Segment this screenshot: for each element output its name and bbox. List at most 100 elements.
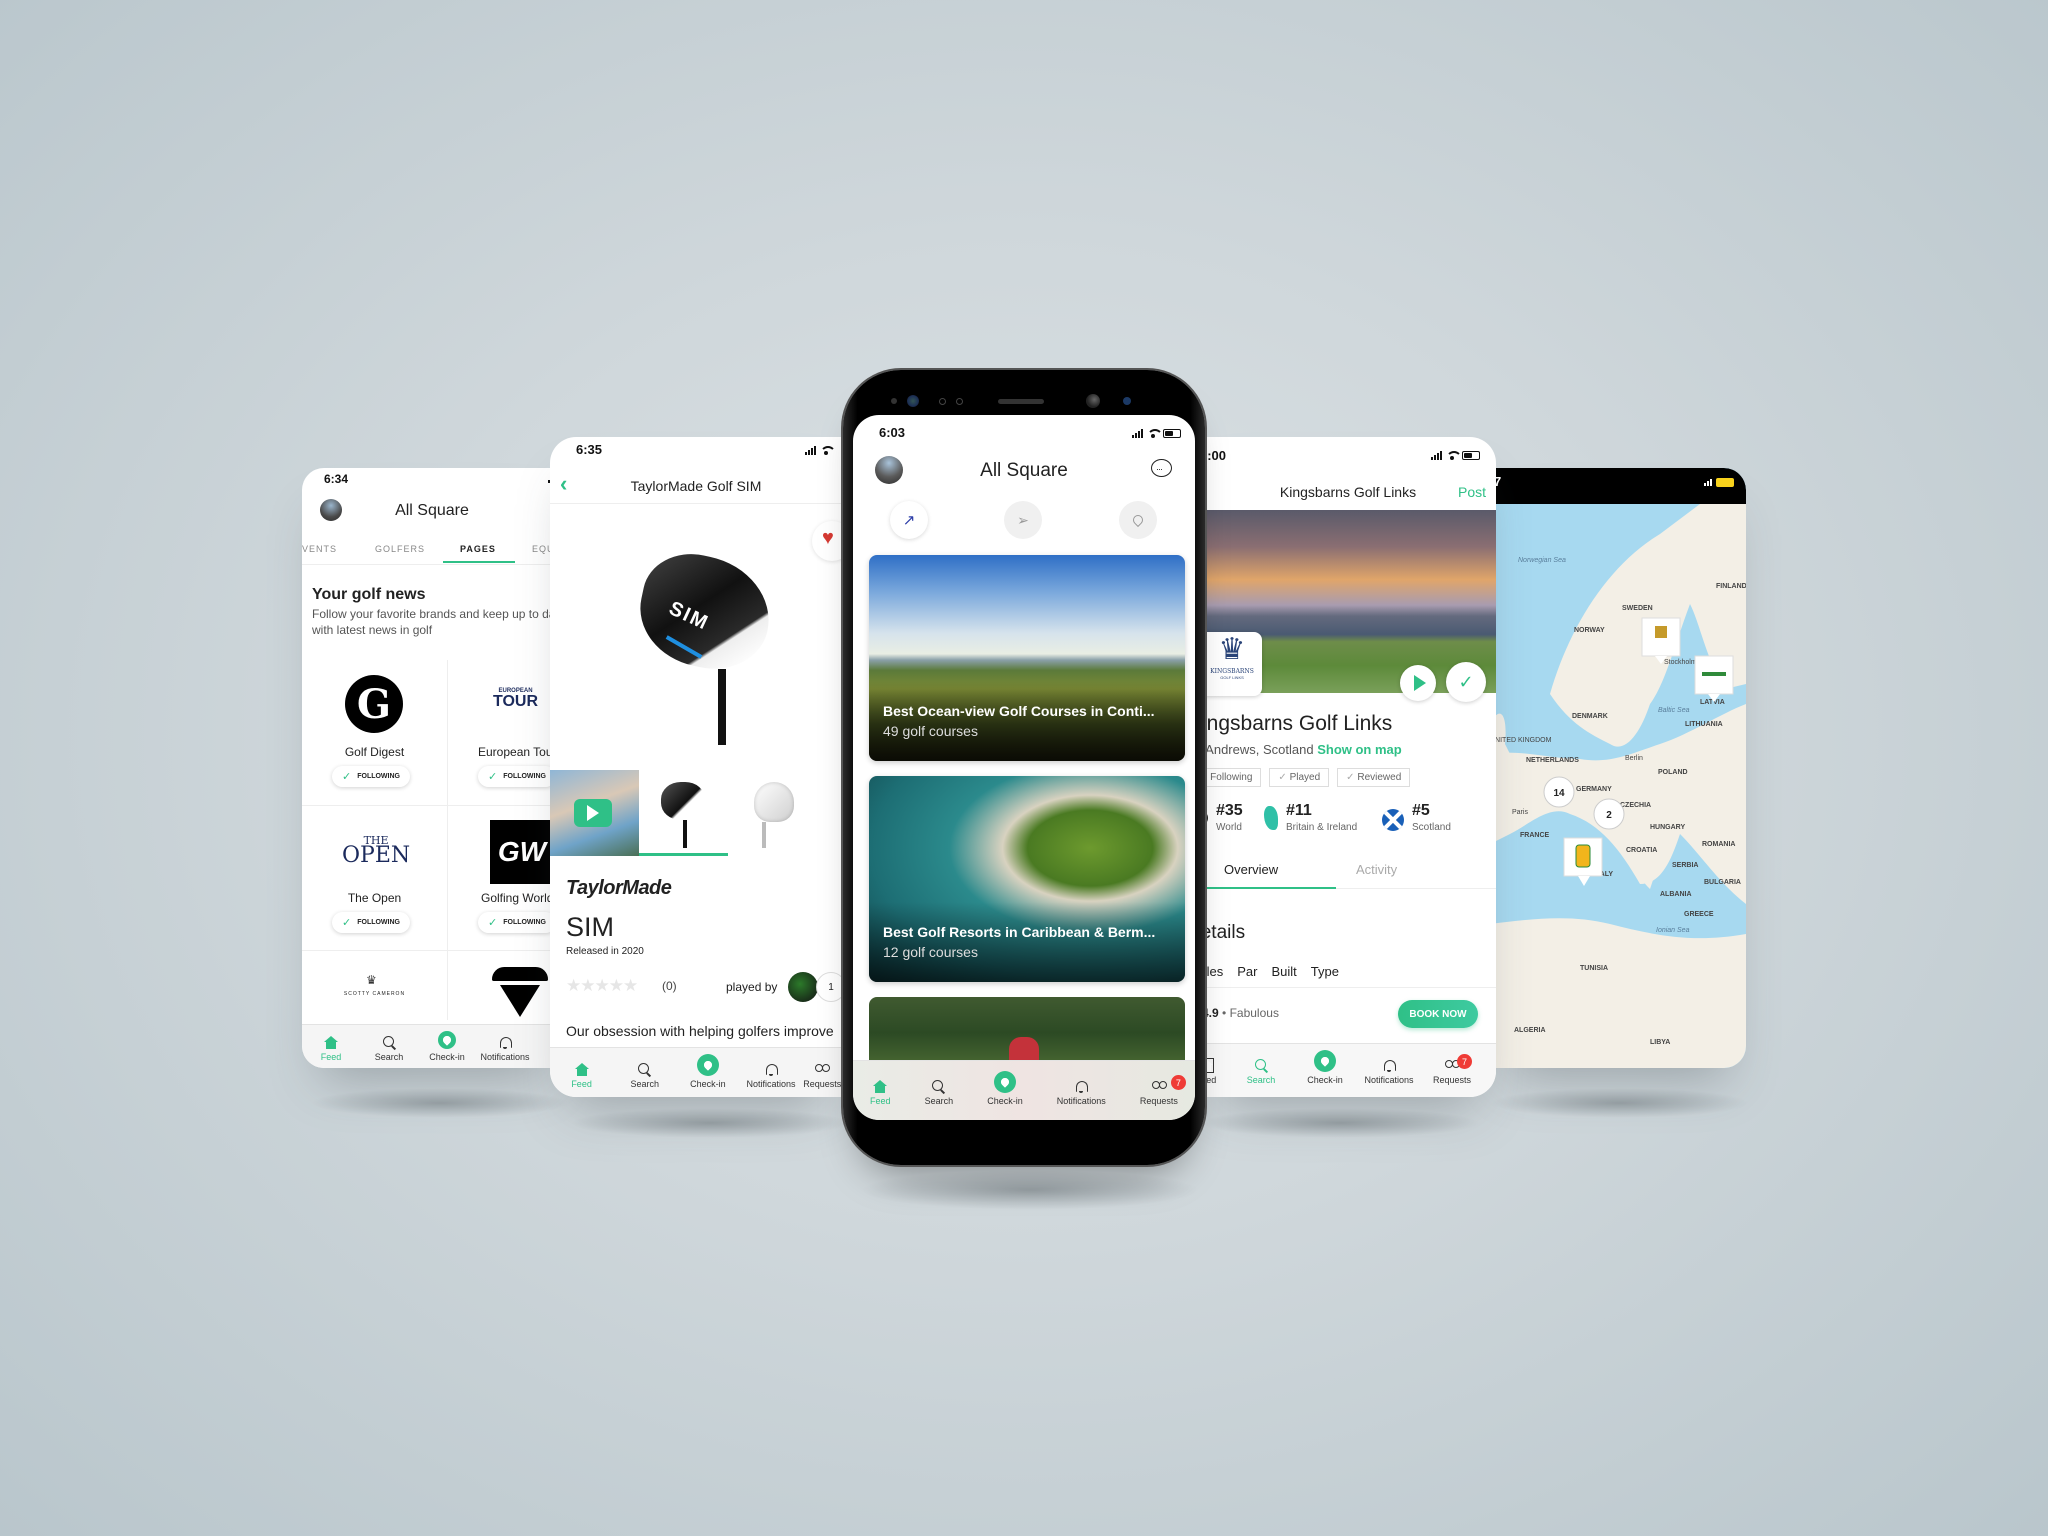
- tab-notifications[interactable]: Notifications: [476, 1036, 534, 1062]
- messages-button[interactable]: ···: [1151, 459, 1173, 479]
- wifi-icon: [1147, 429, 1163, 438]
- product-name: SIM: [566, 912, 615, 942]
- filter-nearby[interactable]: ➢: [1004, 501, 1042, 539]
- page-name: Golf Digest: [344, 745, 405, 759]
- played-check-button[interactable]: ✓: [1446, 662, 1486, 702]
- tab-checkin[interactable]: Check-in: [1296, 1050, 1354, 1085]
- following-button[interactable]: ✓ FOLLOWING: [332, 766, 410, 787]
- map-cluster[interactable]: 14: [1543, 776, 1575, 808]
- played-by-label: played by: [726, 980, 778, 994]
- following-button[interactable]: ✓ FOLLOWING: [478, 912, 556, 933]
- app-title: All Square: [980, 460, 1068, 481]
- tab-requests[interactable]: Requests 7: [1140, 1075, 1186, 1106]
- star-icon: ★: [623, 976, 638, 995]
- screen-feed: 6:03 All Square ··· ↗ ➢ Best Ocean-view …: [853, 415, 1195, 1120]
- cluster-count: 2: [1606, 810, 1612, 821]
- following-label: FOLLOWING: [357, 919, 400, 926]
- tab-requests[interactable]: Requests: [803, 1064, 842, 1089]
- star-icon: ★: [608, 976, 624, 995]
- phone-frame: 6:03 All Square ··· ↗ ➢ Best Ocean-view …: [843, 370, 1205, 1165]
- tab-golfers[interactable]: GOLFERS: [375, 544, 425, 554]
- tab-search[interactable]: Search: [925, 1080, 953, 1106]
- following-button[interactable]: ✓ FOLLOWING: [478, 766, 556, 787]
- rank-value: #11: [1286, 802, 1312, 819]
- tab-search[interactable]: Search: [613, 1063, 676, 1089]
- thumb-club-head: [661, 782, 705, 820]
- tab-pages[interactable]: PAGES: [460, 544, 496, 554]
- played-by-count[interactable]: 1: [816, 972, 842, 1002]
- people-icon: [1151, 1081, 1167, 1093]
- tab-search[interactable]: Search: [360, 1036, 418, 1062]
- tab-bar: Feed Search Check-in Notifications Reque…: [550, 1047, 842, 1097]
- list-card[interactable]: Best Golf Resorts in Caribbean & Berm...…: [869, 776, 1185, 982]
- location-text: St Andrews, Scotland: [1200, 742, 1314, 757]
- tab-notifications[interactable]: Notifications: [739, 1063, 802, 1089]
- golfing-world-logo: GW: [490, 820, 554, 884]
- page-card[interactable]: ♛ SCOTTY CAMERON: [302, 951, 447, 1021]
- chip-played[interactable]: ✓ Played: [1269, 768, 1330, 787]
- tab-feed[interactable]: Feed: [302, 1036, 360, 1062]
- tab-feed[interactable]: Feed: [870, 1080, 891, 1106]
- map-label: BULGARIA: [1704, 879, 1741, 886]
- thumbnail-video[interactable]: [550, 770, 639, 856]
- tab-search[interactable]: Search: [1226, 1059, 1296, 1085]
- page-title: Kingsbarns Golf Links: [1279, 484, 1417, 500]
- tab-notifications[interactable]: Notifications: [1057, 1080, 1106, 1106]
- tab-feed[interactable]: Feed: [550, 1063, 613, 1089]
- map-label: CZECHIA: [1620, 802, 1651, 809]
- tab-notifications[interactable]: Notifications: [1354, 1059, 1424, 1085]
- post-button[interactable]: Post: [1458, 484, 1486, 500]
- page-card[interactable]: EUROPEAN TOUR European Tour ✓ FOLLOWING: [448, 660, 562, 805]
- club-crest-icon: [1702, 672, 1726, 676]
- tab-label: Requests: [803, 1079, 842, 1089]
- filter-trending[interactable]: ↗: [890, 501, 928, 539]
- rating-separator: •: [1222, 1006, 1230, 1020]
- map-canvas[interactable]: Norwegian Sea SWEDEN NORWAY FINLAND Stoc…: [1490, 504, 1746, 1068]
- book-now-button[interactable]: BOOK NOW: [1398, 1000, 1478, 1028]
- page-card[interactable]: G Golf Digest ✓ FOLLOWING: [302, 660, 447, 805]
- page-title: TaylorMade Golf SIM: [630, 478, 762, 494]
- play-video-button[interactable]: [1400, 665, 1436, 701]
- front-camera-icon: [907, 395, 919, 407]
- thumbnail-club-front[interactable]: [639, 770, 728, 856]
- map-cluster[interactable]: 2: [1593, 798, 1625, 830]
- page-card[interactable]: GW Golfing World ✓ FOLLOWING: [448, 806, 562, 951]
- tab-requests[interactable]: Requests 7: [1424, 1054, 1480, 1085]
- tab-label: Notifications: [1056, 1096, 1106, 1106]
- thumbnail-club-back[interactable]: [728, 770, 817, 856]
- logo-shape: [492, 967, 548, 981]
- tab-checkin[interactable]: Check-in: [418, 1031, 476, 1062]
- tab-overview[interactable]: Overview: [1224, 862, 1278, 877]
- home-icon: [324, 1036, 338, 1049]
- following-button[interactable]: ✓ FOLLOWING: [332, 912, 410, 933]
- play-button[interactable]: [574, 799, 612, 827]
- tab-checkin[interactable]: Check-in: [676, 1054, 739, 1089]
- page-card[interactable]: THE OPEN The Open ✓ FOLLOWING: [302, 806, 447, 951]
- card-gradient: [869, 681, 1185, 761]
- filter-location[interactable]: [1119, 501, 1157, 539]
- show-on-map-link[interactable]: Show on map: [1317, 742, 1402, 757]
- scotty-cameron-logo: SCOTTY CAMERON: [343, 991, 406, 997]
- map-label: DENMARK: [1572, 713, 1608, 720]
- card-gradient: [869, 902, 1185, 982]
- battery-icon: [1716, 478, 1734, 487]
- list-card[interactable]: Best Ocean-view Golf Courses in Conti...…: [869, 555, 1185, 761]
- status-icons: [1704, 478, 1734, 487]
- chip-following[interactable]: ✓ Following: [1200, 768, 1262, 787]
- player-avatar[interactable]: [788, 972, 818, 1002]
- location-pin-icon: [993, 1071, 1016, 1093]
- tab-activity[interactable]: Activity: [1356, 862, 1397, 877]
- shadow-left: [310, 1088, 570, 1118]
- search-icon: [932, 1080, 945, 1093]
- chip-reviewed[interactable]: ✓ Reviewed: [1337, 768, 1411, 787]
- booking-rating: 4.9 • Fabulous: [1202, 1006, 1279, 1020]
- play-icon: [1413, 675, 1426, 691]
- map-label: Norwegian Sea: [1518, 557, 1566, 564]
- paper-plane-icon: ➢: [1017, 511, 1029, 528]
- favorite-button[interactable]: ♥: [812, 521, 842, 561]
- page-card[interactable]: [448, 951, 562, 1021]
- chip-label: Played: [1289, 772, 1321, 783]
- tab-events[interactable]: VENTS: [302, 544, 337, 554]
- tab-checkin[interactable]: Check-in: [987, 1071, 1023, 1106]
- map-label: SWEDEN: [1622, 605, 1653, 612]
